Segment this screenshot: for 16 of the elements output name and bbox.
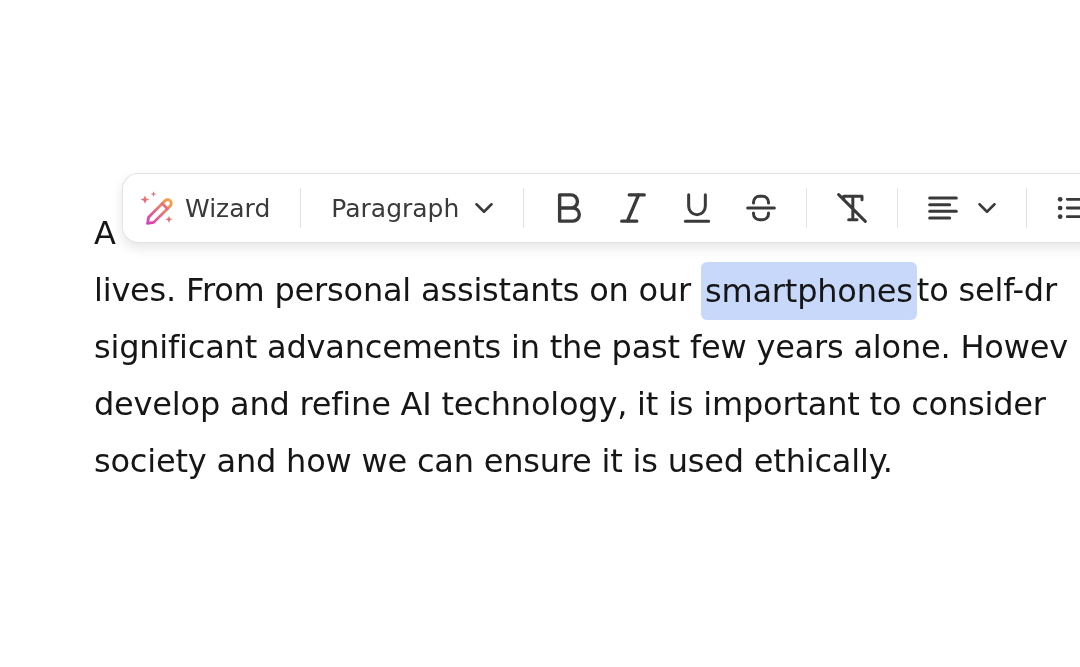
selected-text: smartphones <box>701 261 917 320</box>
body-text: society and how we can ensure it is used ethically. <box>94 441 893 482</box>
body-text: develop and refine AI technology, it is important to consider <box>94 384 1046 425</box>
strikethrough-icon <box>746 193 777 223</box>
clear-format-icon <box>837 193 868 223</box>
chevron-down-icon <box>978 203 997 213</box>
body-text: significant advancements in the past few years alone. Howev <box>94 327 1068 368</box>
body-text: A <box>94 213 116 254</box>
body-text: to self-dr <box>916 270 1057 311</box>
chevron-down-icon <box>475 203 494 213</box>
underline-icon <box>682 193 713 223</box>
sparkle-pencil-icon <box>139 190 175 226</box>
paragraph-dropdown[interactable]: Paragraph <box>329 187 496 229</box>
wizard-button[interactable]: Wizard <box>137 184 273 232</box>
body-text: lives. From personal assistants on our <box>94 270 693 311</box>
italic-icon <box>618 193 649 223</box>
